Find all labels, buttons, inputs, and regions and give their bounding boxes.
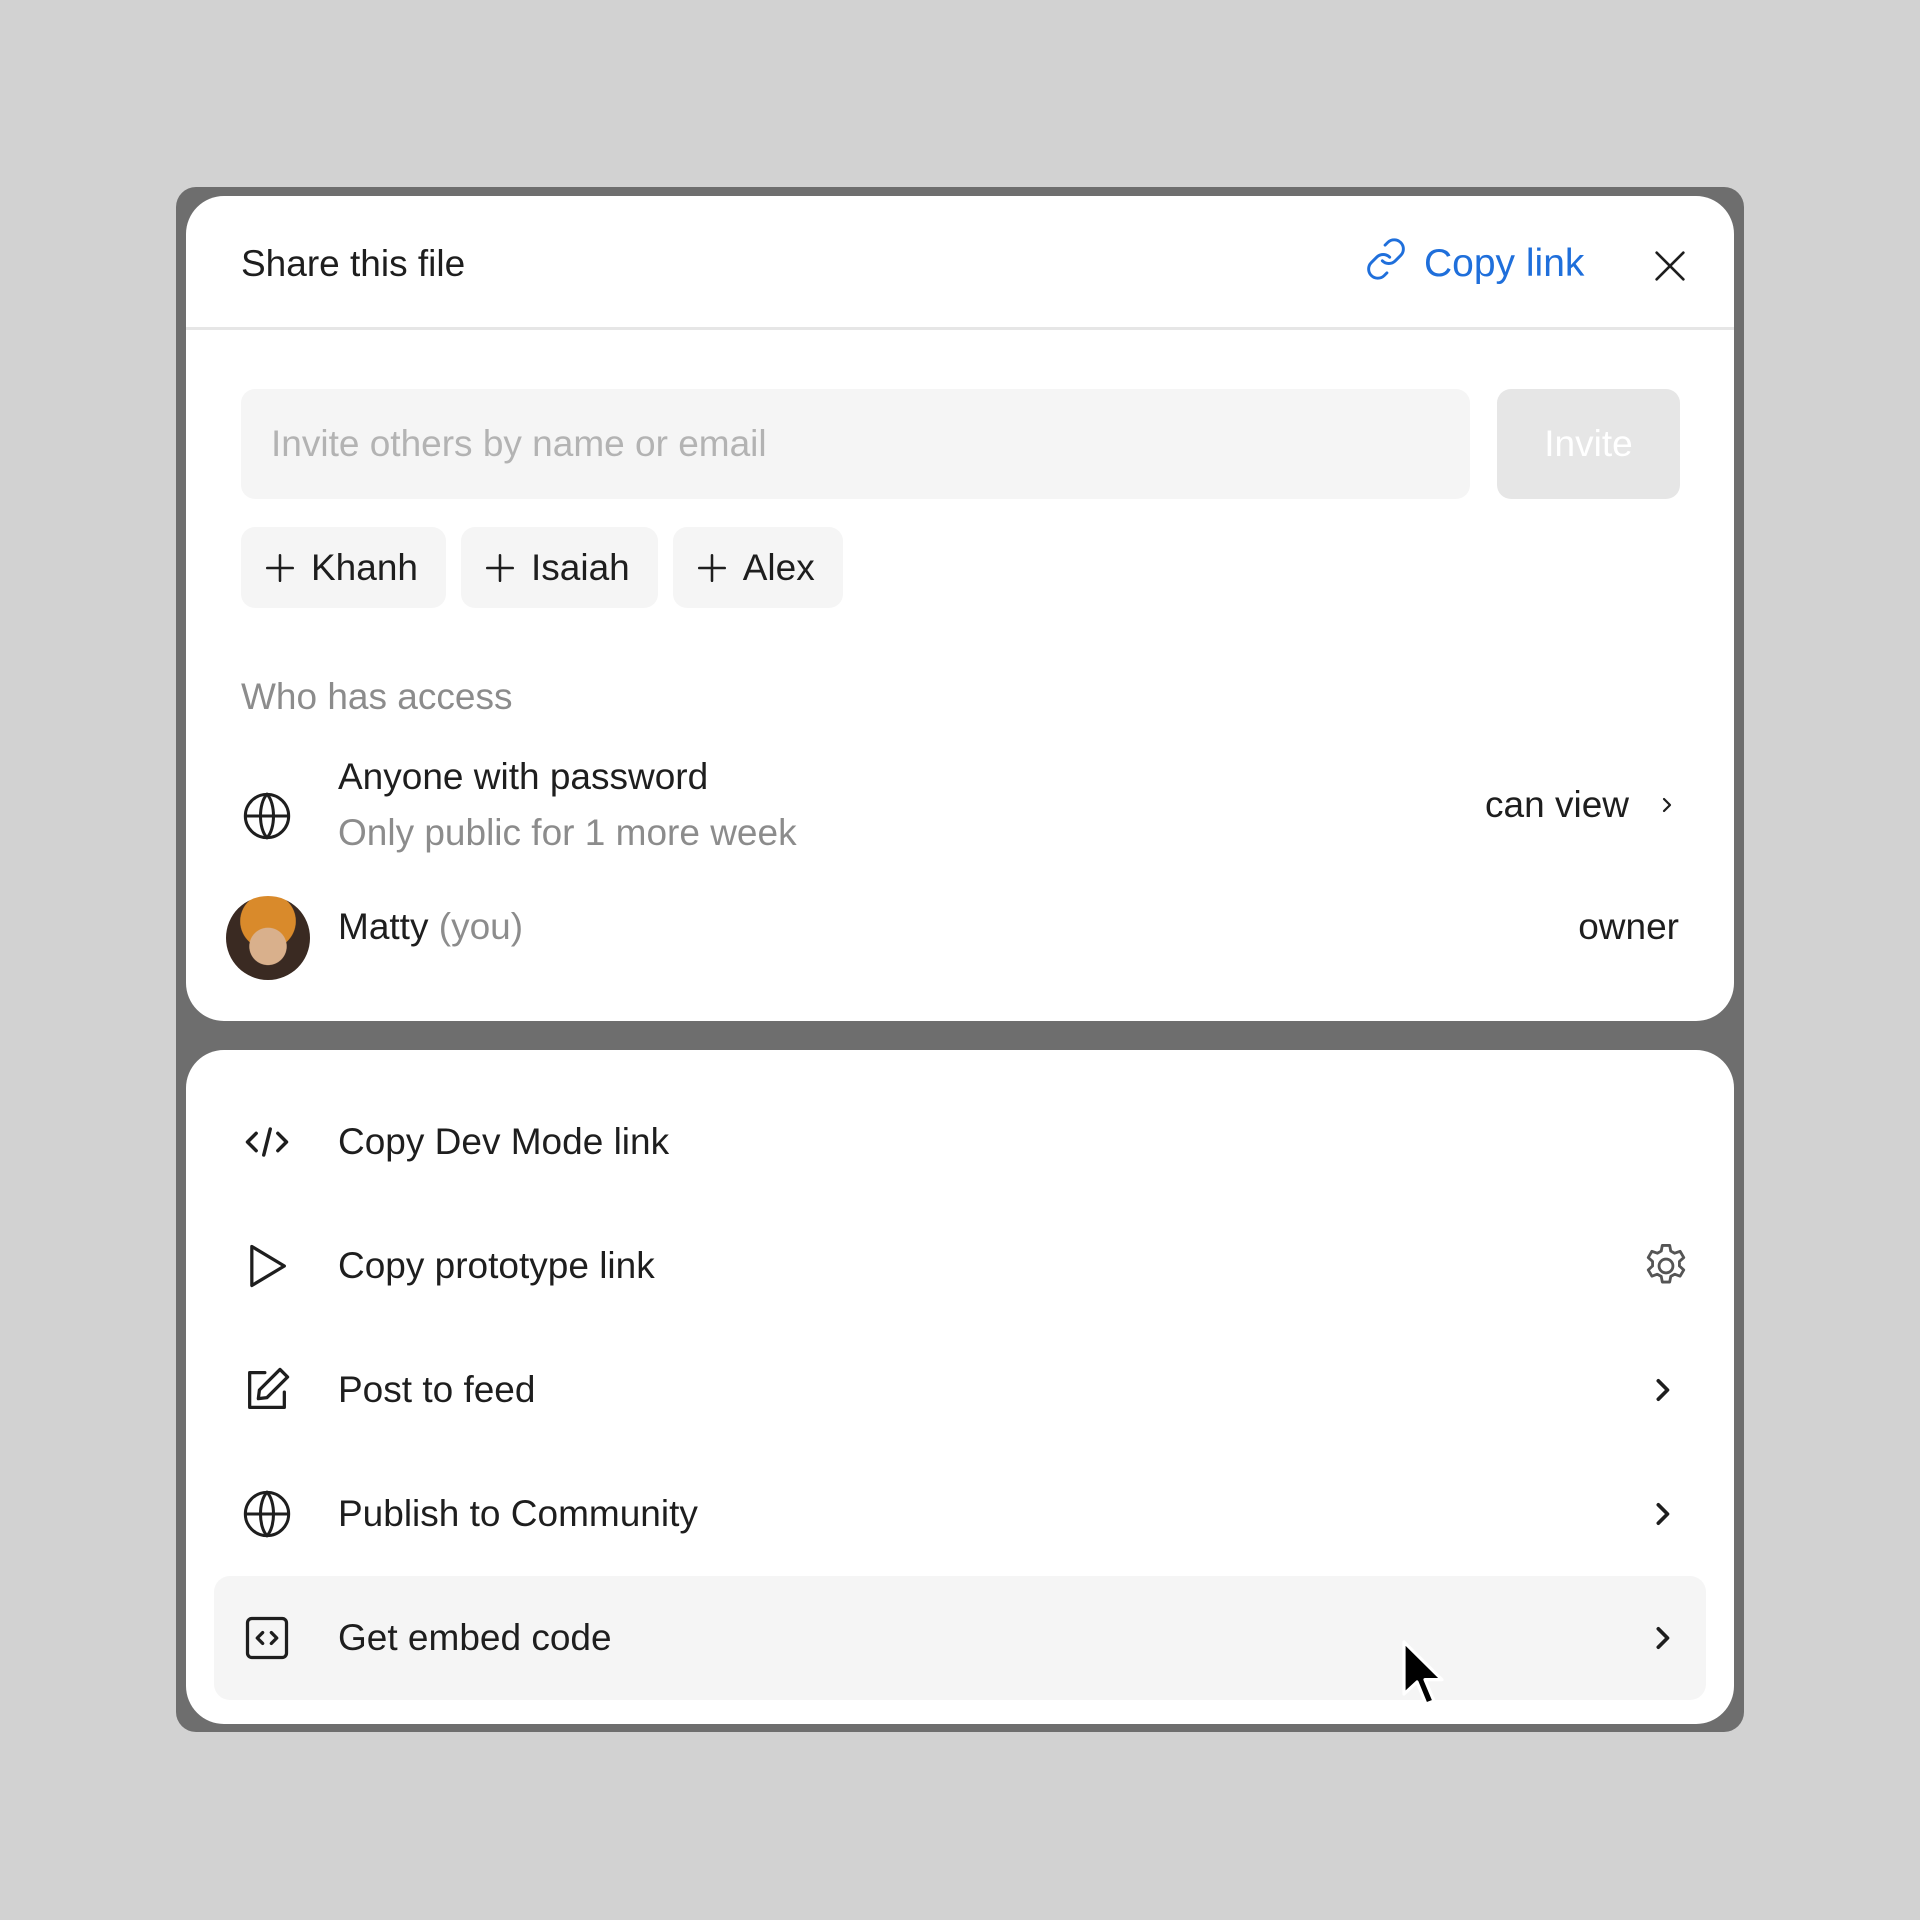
menu-item-label: Post to feed: [338, 1369, 536, 1410]
close-icon: [1655, 251, 1685, 281]
dialog-header: Share this file Copy link: [186, 196, 1734, 330]
member-name-line: Matty (you): [338, 906, 523, 948]
plus-icon: [265, 553, 295, 582]
chevron-right-icon: [1662, 797, 1672, 813]
suggestion-chip-khanh[interactable]: Khanh: [241, 527, 446, 608]
you-suffix: (you): [438, 906, 524, 947]
member-name: Matty: [338, 906, 429, 947]
edit-icon: [248, 1367, 290, 1409]
avatar: [226, 896, 310, 980]
invite-input[interactable]: [241, 389, 1470, 499]
suggestion-chips: Khanh Isaiah Alex: [241, 527, 843, 608]
access-title: Anyone with password: [338, 756, 709, 797]
link-icon: [1364, 237, 1408, 291]
close-button[interactable]: [1642, 238, 1698, 294]
permission-dropdown[interactable]: can view: [1485, 784, 1679, 826]
plus-icon: [485, 553, 515, 582]
play-icon: [250, 1244, 286, 1288]
chevron-right-icon: [1656, 1627, 1670, 1649]
plus-icon: [697, 553, 726, 582]
menu-item-copy-dev-mode-link[interactable]: Copy Dev Mode link: [214, 1080, 1706, 1204]
permission-label: can view: [1485, 784, 1629, 825]
chevron-right-icon: [1656, 1503, 1670, 1525]
menu-item-publish-to-community[interactable]: Publish to Community: [214, 1452, 1706, 1576]
access-row-password: Anyone with password Only public for 1 m…: [186, 756, 1734, 876]
access-row-owner: Matty (you) owner: [186, 890, 1734, 986]
suggestion-chip-alex[interactable]: Alex: [672, 527, 843, 608]
share-panel: Share this file Copy link Invite Khanh I…: [186, 196, 1734, 1021]
menu-item-label: Copy Dev Mode link: [338, 1121, 670, 1162]
owner-label: owner: [1578, 906, 1679, 947]
chevron-right-icon: [1656, 1379, 1670, 1401]
invite-button[interactable]: Invite: [1497, 389, 1680, 499]
menu-item-get-embed-code[interactable]: Get embed code: [214, 1576, 1706, 1700]
globe-icon: [243, 1490, 291, 1538]
access-subtitle: Only public for 1 more week: [338, 812, 797, 853]
chip-label: Isaiah: [531, 546, 630, 588]
copy-link-button[interactable]: Copy link: [1364, 236, 1584, 292]
menu-item-post-to-feed[interactable]: Post to feed: [214, 1328, 1706, 1452]
code-icon: [245, 1127, 289, 1157]
menu-item-label: Get embed code: [338, 1617, 612, 1658]
menu-item-label: Copy prototype link: [338, 1245, 655, 1286]
menu-item-label: Publish to Community: [338, 1493, 698, 1534]
menu-item-copy-prototype-link[interactable]: Copy prototype link: [214, 1204, 1706, 1328]
chip-label: Khanh: [311, 546, 418, 588]
share-options-panel: Copy Dev Mode link Copy prototype link P…: [186, 1050, 1734, 1724]
gear-icon[interactable]: [1640, 1240, 1692, 1292]
dialog-title: Share this file: [241, 243, 466, 284]
mouse-cursor-icon: [1402, 1640, 1444, 1706]
access-section-label: Who has access: [241, 676, 513, 717]
embed-icon: [245, 1616, 289, 1660]
copy-link-label: Copy link: [1424, 242, 1585, 285]
globe-icon: [243, 792, 291, 840]
chip-label: Alex: [742, 546, 815, 588]
suggestion-chip-isaiah[interactable]: Isaiah: [461, 527, 658, 608]
